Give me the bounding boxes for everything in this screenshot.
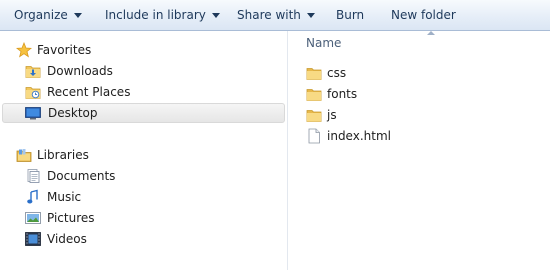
nav-item-documents-label: Documents [47,169,116,183]
chevron-down-icon [211,13,220,18]
share-with-button[interactable]: Share with [237,0,315,31]
nav-item-pictures[interactable]: Pictures [24,208,274,228]
nav-item-desktop-label: Desktop [48,106,98,120]
command-bar: Organize Include in library Share with B… [0,0,550,31]
organize-menu-button[interactable]: Organize [14,0,82,31]
documents-icon [27,169,40,183]
desktop-icon [25,107,41,120]
burn-button[interactable]: Burn [336,0,364,31]
nav-item-videos[interactable]: Videos [24,229,274,249]
nav-item-music[interactable]: Music [24,187,274,207]
videos-icon [25,232,41,246]
burn-label: Burn [336,8,365,22]
pictures-icon [25,212,41,224]
nav-item-downloads[interactable]: Downloads [24,61,274,81]
file-item-index-html-label: index.html [327,129,391,143]
file-item-js-label: js [327,108,337,122]
include-in-library-button[interactable]: Include in library [105,0,220,31]
file-item-css-label: css [327,66,347,80]
new-folder-label: New folder [391,8,456,22]
pane-divider[interactable] [287,31,288,270]
nav-libraries[interactable]: Libraries [14,145,274,165]
nav-item-desktop[interactable]: Desktop [2,103,285,123]
folder-icon [306,110,322,122]
recent-places-icon [25,87,41,99]
blank-file-icon [308,128,320,144]
music-icon [27,189,38,204]
sort-ascending-icon [427,31,435,35]
nav-item-pictures-label: Pictures [47,211,95,225]
include-in-library-label: Include in library [105,8,206,22]
chevron-down-icon [73,13,82,18]
downloads-folder-icon [25,66,41,78]
column-header-name[interactable]: Name [306,36,341,50]
nav-item-documents[interactable]: Documents [24,166,274,186]
nav-item-downloads-label: Downloads [47,64,113,78]
nav-item-recent-places-label: Recent Places [47,85,131,99]
chevron-down-icon [306,13,315,18]
share-with-label: Share with [237,8,301,22]
star-icon [16,42,32,58]
nav-favorites-label: Favorites [37,43,92,57]
new-folder-button[interactable]: New folder [391,0,456,31]
nav-libraries-label: Libraries [37,148,89,162]
folder-icon [306,68,322,80]
nav-item-videos-label: Videos [47,232,87,246]
nav-item-recent-places[interactable]: Recent Places [24,82,274,102]
folder-icon [306,89,322,101]
nav-item-music-label: Music [47,190,82,204]
nav-favorites[interactable]: Favorites [14,40,274,60]
libraries-icon [16,149,32,162]
organize-label: Organize [14,8,68,22]
file-item-fonts-label: fonts [327,87,358,101]
